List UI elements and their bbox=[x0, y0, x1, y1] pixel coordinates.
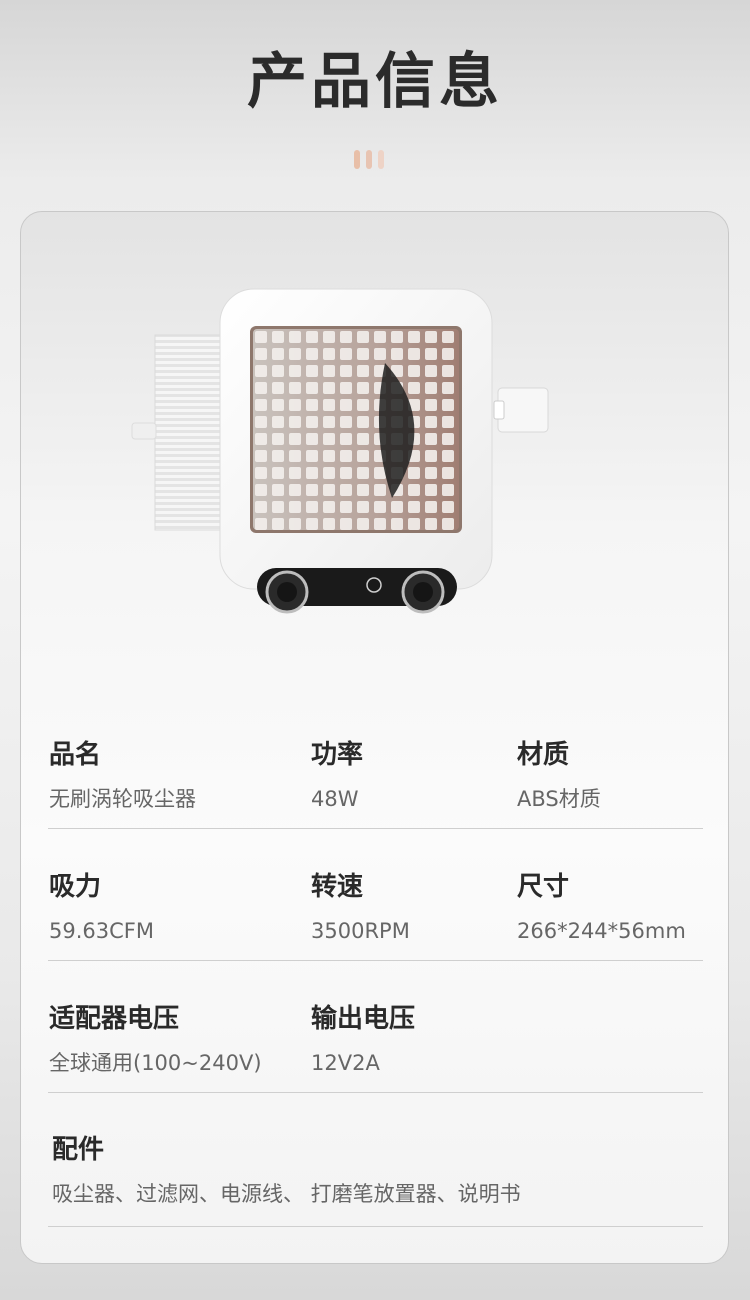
spec-output-voltage: 输出电压 12V2A bbox=[311, 1002, 415, 1078]
spec-adapter-voltage: 适配器电压 全球通用(100~240V) bbox=[49, 1002, 262, 1078]
spec-speed: 转速 3500RPM bbox=[311, 870, 410, 946]
title-decoration bbox=[354, 150, 384, 169]
spec-value: 全球通用(100~240V) bbox=[49, 1051, 262, 1075]
spec-value: 吸尘器、过滤网、电源线、 打磨笔放置器、说明书 bbox=[52, 1182, 521, 1206]
spec-label: 材质 bbox=[517, 740, 570, 770]
spec-label: 吸力 bbox=[49, 872, 102, 902]
divider bbox=[48, 960, 703, 961]
spec-value: ABS材质 bbox=[517, 787, 601, 811]
product-image bbox=[131, 288, 549, 614]
spec-label: 配件 bbox=[52, 1135, 105, 1165]
spec-value: 59.63CFM bbox=[49, 919, 154, 943]
deco-bar-2 bbox=[366, 150, 372, 169]
spec-value: 48W bbox=[311, 787, 359, 811]
spec-name: 品名 无刷涡轮吸尘器 bbox=[49, 738, 196, 814]
spec-power: 功率 48W bbox=[311, 738, 363, 814]
filter-panel bbox=[154, 334, 222, 531]
spec-label: 品名 bbox=[49, 740, 102, 770]
deco-bar-1 bbox=[354, 150, 360, 169]
page-title: 产品信息 bbox=[247, 47, 503, 117]
spec-size: 尺寸 266*244*56mm bbox=[517, 870, 686, 946]
spec-material: 材质 ABS材质 bbox=[517, 738, 601, 814]
divider bbox=[48, 1226, 703, 1227]
divider bbox=[48, 1092, 703, 1093]
spec-label: 尺寸 bbox=[517, 872, 570, 902]
spec-value: 12V2A bbox=[311, 1051, 380, 1075]
spec-label: 输出电压 bbox=[311, 1004, 416, 1034]
spec-label: 转速 bbox=[311, 872, 364, 902]
spec-suction: 吸力 59.63CFM bbox=[49, 870, 154, 946]
spec-accessories: 配件 吸尘器、过滤网、电源线、 打磨笔放置器、说明书 bbox=[52, 1133, 521, 1209]
spec-value: 266*244*56mm bbox=[517, 919, 686, 943]
divider bbox=[48, 828, 703, 829]
spec-value: 3500RPM bbox=[311, 919, 410, 943]
deco-bar-3 bbox=[378, 150, 384, 169]
spec-label: 适配器电压 bbox=[49, 1004, 180, 1034]
spec-label: 功率 bbox=[311, 740, 364, 770]
spec-value: 无刷涡轮吸尘器 bbox=[49, 787, 196, 811]
